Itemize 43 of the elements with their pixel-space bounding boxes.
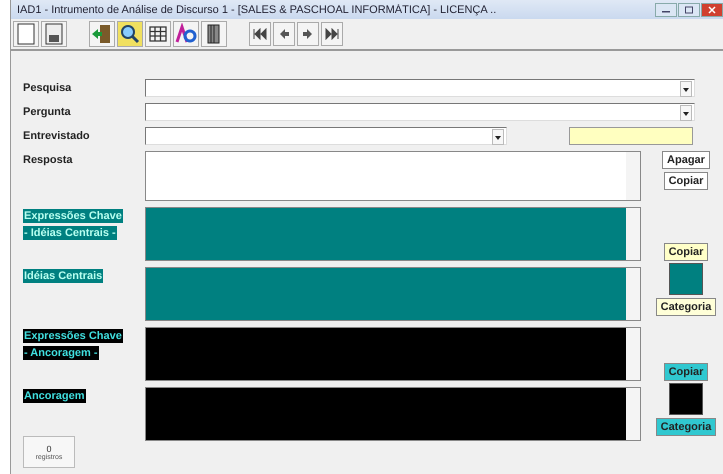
side-button[interactable]: Copiar [664,363,708,381]
section-label: Ancoragem [23,389,86,403]
section-label: Expressões Chave [23,209,123,223]
text-area[interactable] [145,327,641,381]
side-button[interactable]: Copiar [664,243,708,261]
grid-icon[interactable] [145,21,171,47]
minimize-button[interactable] [655,2,677,16]
field-label: Pesquisa [23,81,72,94]
combo-box[interactable] [145,127,507,145]
section-label: - Idéias Centrais - [23,226,117,240]
section-label: Idéias Centrais [23,269,104,283]
search-icon[interactable] [117,21,143,47]
maximize-icon [684,6,694,14]
section-label: - Ancoragem - [23,346,99,360]
close-button[interactable] [701,2,723,16]
color-swatch[interactable] [669,383,703,415]
input-field[interactable] [569,127,693,145]
side-button[interactable]: Apagar [662,151,710,169]
combo-box[interactable] [145,103,695,121]
side-button[interactable]: Categoria [656,418,716,436]
last-record-button[interactable] [321,22,343,46]
color-swatch[interactable] [669,263,703,295]
door-exit-icon[interactable] [89,21,115,47]
book-icon[interactable] [201,21,227,47]
combo-box[interactable] [145,79,695,97]
maximize-button[interactable] [678,2,700,16]
spell-check-icon[interactable] [173,21,199,47]
skip-back-icon [253,28,267,40]
save-button[interactable] [41,21,67,47]
field-label: Resposta [23,153,74,166]
side-button[interactable]: Copiar [664,172,708,190]
field-label: Entrevistado [23,129,91,142]
close-icon [707,6,717,14]
section-label: Expressões Chave [23,329,123,343]
side-button[interactable]: Categoria [656,298,716,316]
skip-forward-icon [325,28,339,40]
new-document-button[interactable] [13,21,39,47]
previous-record-button[interactable] [273,22,295,46]
next-record-button[interactable] [297,22,319,46]
first-record-button[interactable] [249,22,271,46]
field-label: Pergunta [23,105,72,118]
text-area[interactable] [145,387,641,441]
right-arrow-icon [301,28,315,40]
